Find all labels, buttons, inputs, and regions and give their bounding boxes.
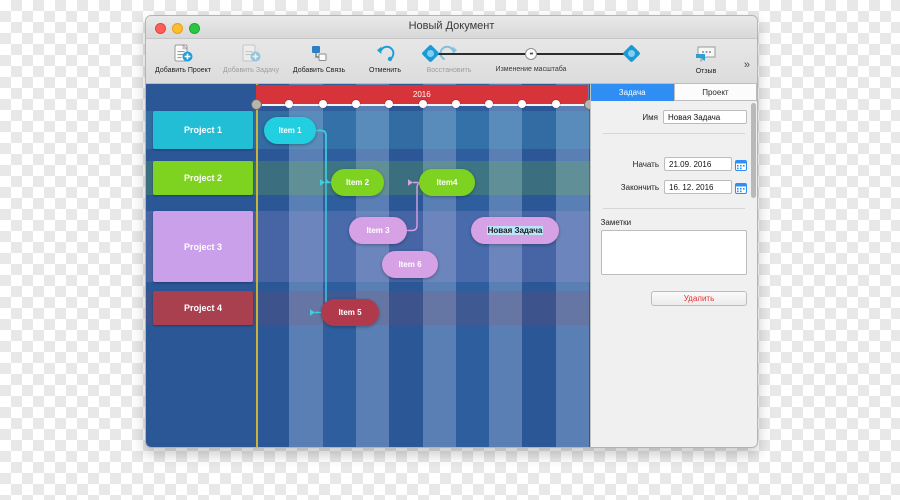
project-bar-label: Project 3 bbox=[183, 241, 223, 252]
add-task-icon bbox=[218, 41, 284, 67]
tab-task[interactable]: Задача bbox=[590, 84, 674, 101]
toolbar-overflow-button[interactable]: » bbox=[744, 59, 750, 71]
content-area: 2016 Project 1 Project 2 Project 3 Project … bbox=[146, 84, 757, 447]
zoom-slider-track[interactable]: •• bbox=[416, 43, 646, 65]
feedback-label: Отзыв bbox=[695, 68, 717, 75]
add-project-icon bbox=[150, 41, 216, 67]
task-pill[interactable]: Новая Задача bbox=[471, 217, 559, 244]
task-pill-label: Item4 bbox=[436, 178, 458, 187]
task-pill-label: Item 1 bbox=[278, 126, 302, 135]
start-date-row: Начать 21.09. 2016 bbox=[591, 157, 757, 171]
start-label: Начать bbox=[632, 159, 659, 169]
add-link-button[interactable]: Добавить Связь bbox=[286, 41, 352, 74]
zoom-slider-label: Изменение масштаба bbox=[495, 66, 567, 73]
name-label: Имя bbox=[642, 112, 658, 122]
project-bar-label: Project 4 bbox=[183, 303, 223, 313]
tab-project[interactable]: Проект bbox=[673, 84, 757, 101]
gantt-canvas[interactable]: 2016 Project 1 Project 2 Project 3 Project … bbox=[146, 84, 590, 447]
task-pill[interactable]: Item 1 bbox=[264, 117, 316, 144]
timeline-tick bbox=[418, 100, 427, 108]
task-pill-label: Item 5 bbox=[338, 308, 362, 317]
task-pill-label: Item 2 bbox=[345, 178, 370, 187]
name-input[interactable]: Новая Задача bbox=[663, 110, 747, 124]
feedback-button[interactable]: Отзыв bbox=[683, 42, 729, 75]
title-bar: Новый Документ bbox=[146, 16, 757, 39]
document-title: Новый Документ bbox=[408, 20, 495, 32]
timeline-tick bbox=[351, 100, 360, 108]
toolbar: Добавить Проект Добавить Задачу Добавить… bbox=[146, 39, 757, 84]
divider-2 bbox=[602, 208, 745, 209]
undo-icon bbox=[352, 41, 418, 67]
name-field-row: Имя Новая Задача bbox=[591, 110, 757, 124]
task-pill[interactable]: Item 6 bbox=[382, 251, 438, 278]
project-bar[interactable]: Project 3 bbox=[153, 211, 253, 282]
end-date-input[interactable]: 16. 12. 2016 bbox=[664, 180, 732, 194]
delete-button[interactable]: Удалить bbox=[651, 291, 747, 306]
task-pill[interactable]: Item 5 bbox=[321, 299, 379, 326]
project-bar[interactable]: Project 4 bbox=[153, 291, 253, 325]
start-date-input[interactable]: 21.09. 2016 bbox=[664, 157, 732, 171]
inspector-panel: Задача Проект Имя Новая Задача Начать 21… bbox=[589, 84, 757, 447]
calendar-icon[interactable] bbox=[735, 181, 747, 194]
end-label: Закончить bbox=[620, 182, 659, 192]
add-project-label: Добавить Проект bbox=[155, 67, 211, 74]
task-pill-label: Item 3 bbox=[366, 226, 390, 235]
notes-textarea[interactable] bbox=[600, 230, 747, 275]
add-project-button[interactable]: Добавить Проект bbox=[150, 41, 216, 74]
project-bar[interactable]: Project 1 bbox=[153, 111, 253, 149]
task-pill-label: Новая Задача bbox=[486, 226, 544, 235]
today-marker-line bbox=[256, 84, 258, 447]
undo-button[interactable]: Отменить bbox=[352, 41, 418, 74]
end-date-row: Закончить 16. 12. 2016 bbox=[591, 180, 757, 194]
add-link-label: Добавить Связь bbox=[292, 67, 346, 74]
task-pill-label: Item 6 bbox=[398, 260, 422, 269]
calendar-icon[interactable] bbox=[735, 158, 747, 171]
add-task-label: Добавить Задачу bbox=[223, 67, 279, 74]
add-link-icon bbox=[286, 41, 352, 67]
notes-label: Заметки bbox=[600, 218, 632, 227]
timeline-year-label: 2016 bbox=[412, 90, 431, 99]
project-bar[interactable]: Project 2 bbox=[153, 161, 253, 195]
project-bar-label: Project 2 bbox=[183, 173, 223, 183]
zoom-slider[interactable]: •• Изменение масштаба bbox=[416, 43, 646, 73]
timeline-tick bbox=[318, 100, 327, 108]
undo-label: Отменить bbox=[369, 67, 401, 74]
task-pill[interactable]: Item 2 bbox=[331, 169, 384, 196]
task-pill[interactable]: Item4 bbox=[419, 169, 475, 196]
zoom-in-handle[interactable] bbox=[622, 44, 641, 63]
add-task-button[interactable]: Добавить Задачу bbox=[218, 41, 284, 74]
speech-bubble-icon bbox=[683, 42, 729, 68]
timeline-tick bbox=[551, 100, 560, 108]
timeline-endpoint-handle[interactable] bbox=[251, 99, 261, 109]
task-pill[interactable]: Item 3 bbox=[349, 217, 407, 244]
project-bar-label: Project 1 bbox=[183, 125, 223, 135]
timeline-tick bbox=[451, 100, 460, 108]
app-window: Новый Документ Добавить Проект Добавить … bbox=[145, 15, 758, 448]
inspector-tabs: Задача Проект bbox=[590, 84, 757, 101]
zoom-slider-knob[interactable]: •• bbox=[525, 48, 537, 60]
zoom-out-handle[interactable] bbox=[421, 44, 440, 63]
inspector-scrollbar[interactable] bbox=[751, 103, 756, 198]
